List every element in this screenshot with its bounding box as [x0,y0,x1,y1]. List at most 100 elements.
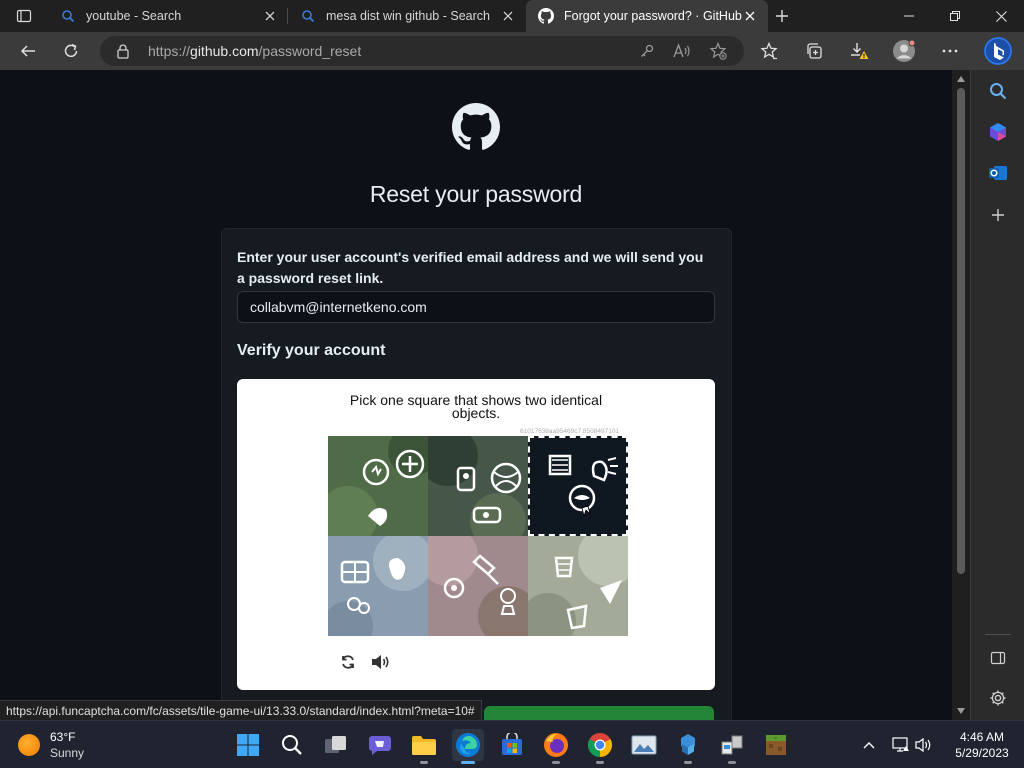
system-clock[interactable]: 4:46 AM 5/29/2023 [944,729,1020,761]
captcha-prompt: Pick one square that shows two identical… [349,392,603,421]
microsoft-store-button[interactable] [496,729,528,761]
weather-condition: Sunny [50,746,85,760]
close-tab-icon[interactable] [742,8,758,24]
back-button[interactable] [12,35,44,67]
downloads-button[interactable] [843,35,875,67]
captcha-tile-3-selected[interactable] [528,436,628,536]
download-warning-icon [851,43,869,59]
url-host: github.com [190,43,259,59]
sidebar-copilot-button[interactable] [984,118,1012,146]
start-button[interactable] [232,729,264,761]
profile-button[interactable] [888,35,920,67]
sidebar-search-button[interactable] [984,77,1012,105]
key-icon[interactable] [637,41,657,61]
chevron-up-icon [863,742,875,749]
edge-taskbar-button[interactable] [452,729,484,764]
address-bar[interactable]: https://github.com/password_reset [100,36,744,66]
scrollbar-thumb[interactable] [957,88,965,574]
volume-button[interactable] [912,733,936,757]
captcha-audio-button[interactable] [370,651,392,673]
sidebar-panel-icon [990,651,1006,665]
app-network-button[interactable] [716,729,748,764]
weather-widget[interactable]: 63°F Sunny [18,729,84,761]
copilot-icon [990,123,1006,141]
lock-icon[interactable] [116,43,130,59]
captcha-panel: Pick one square that shows two identical… [237,379,715,690]
sidebar-settings-button[interactable] [984,684,1012,712]
collections-icon [807,43,822,59]
captcha-tile-2[interactable] [428,436,528,536]
minecraft-button[interactable] [760,729,792,761]
favorites-button[interactable] [753,35,785,67]
read-aloud-icon[interactable] [672,41,692,61]
captcha-tile-4[interactable] [328,536,428,636]
task-view-button[interactable] [320,729,352,761]
captcha-tile-grid [328,436,628,636]
image-viewer-button[interactable] [628,729,660,761]
captcha-tile-6[interactable] [528,536,628,636]
app-blue-cubes-button[interactable] [672,729,704,764]
network-status-button[interactable] [889,733,913,757]
windows-logo-icon [237,734,259,756]
teams-chat-button[interactable] [364,729,396,761]
link-status-bar: https://api.funcaptcha.com/fc/assets/til… [0,700,482,720]
minecraft-block-icon [766,735,786,755]
scroll-up-icon[interactable] [956,74,966,84]
tab-title: youtube - Search [86,9,182,23]
bing-icon [984,37,1012,65]
refresh-button[interactable] [55,35,87,67]
browser-toolbar: https://github.com/password_reset [0,32,1024,70]
sidebar-add-button[interactable] [984,201,1012,229]
chrome-button[interactable] [584,729,616,764]
minimize-button[interactable] [886,0,932,32]
file-explorer-button[interactable] [408,729,440,764]
speaker-icon [915,737,931,753]
collections-button[interactable] [798,35,830,67]
close-tab-icon[interactable] [262,8,278,24]
store-icon [502,733,522,755]
page-title: Reset your password [369,181,583,207]
firefox-button[interactable] [540,729,572,764]
chat-icon [369,736,391,755]
show-hidden-icons-button[interactable] [857,733,881,757]
close-window-button[interactable] [978,0,1024,32]
restore-icon [950,11,960,21]
settings-more-button[interactable] [934,35,966,67]
page-scrollbar[interactable] [952,70,970,720]
restore-button[interactable] [932,0,978,32]
add-favorite-icon[interactable] [708,41,728,61]
tab-mesa-search[interactable]: mesa dist win github - Search [288,0,526,32]
send-reset-email-button[interactable] [484,706,714,720]
tab-actions-button[interactable] [0,0,48,32]
captcha-reload-button[interactable] [337,651,359,673]
url-text[interactable]: https://github.com/password_reset [148,43,361,59]
weather-temp: 63°F [50,730,76,744]
folder-icon [412,736,436,755]
refresh-icon [64,43,78,58]
new-tab-button[interactable] [770,4,794,28]
captcha-tile-1[interactable] [328,436,428,536]
taskbar-search-button[interactable] [276,729,308,761]
tab-github-forgot-password[interactable]: Forgot your password? · GitHub [526,0,768,32]
github-logo-icon[interactable] [452,103,500,151]
reset-form-card: Enter your user account's verified email… [221,228,732,720]
hide-sidebar-button[interactable] [984,644,1012,672]
tab-title: mesa dist win github - Search [326,9,490,23]
scroll-down-icon[interactable] [956,706,966,716]
tab-youtube-search[interactable]: youtube - Search [48,0,288,32]
github-icon [538,8,554,24]
captcha-tile-5[interactable] [428,536,528,636]
plus-icon [776,10,788,22]
email-input[interactable] [237,291,715,323]
close-icon [995,10,1007,22]
bing-chat-button[interactable] [981,34,1015,68]
form-instructions: Enter your user account's verified email… [237,249,704,286]
sidebar-outlook-button[interactable] [984,159,1012,187]
close-tab-icon[interactable] [500,8,516,24]
clock-time: 4:46 AM [959,730,1005,744]
outlook-icon [989,166,1007,180]
reload-icon [342,655,354,669]
avatar-icon [893,39,916,62]
tab-title: Forgot your password? · GitHub [564,9,742,23]
photo-icon [631,735,657,755]
